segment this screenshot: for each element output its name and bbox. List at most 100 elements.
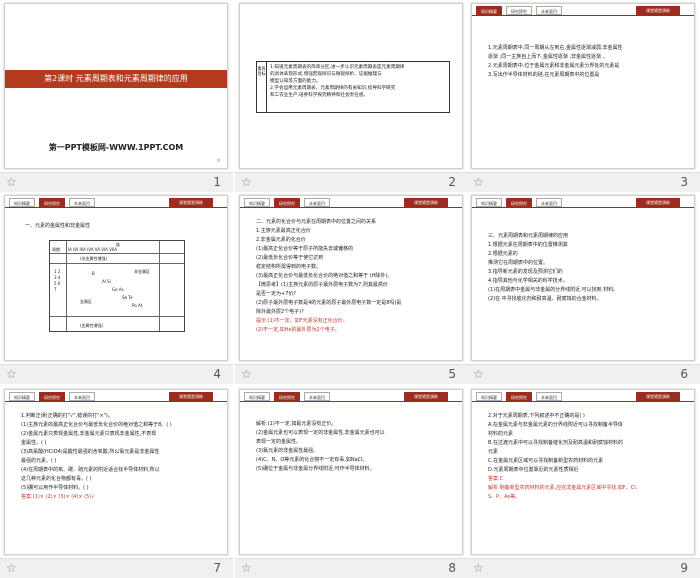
tab-original[interactable]: 本来面目 — [69, 392, 95, 401]
tab-original[interactable]: 本来面目 — [536, 198, 562, 207]
answer-line: 答案:(1)× (2)× (3)× (4)× (5)√ — [21, 494, 95, 500]
slide-line: (2)金属元素也可以表现一定的非金属性,非金属元素也可以 — [256, 430, 385, 436]
slide-thumbnail-4[interactable]: 知识精要 研究探究 本来面目 课堂随堂演练 一、元素的金属性和非金属性族 IA IIA I… — [0, 192, 233, 384]
slide-line: 3.写出作半导体材料的硅,在元素周期表中的位置是 — [488, 72, 600, 78]
slide-line: 逐渐 ;同一主族自上而下,金属性逐渐 ,非金属性逐渐 。 — [488, 54, 608, 60]
slide-thumbnail-6[interactable]: 知识精要 研究探究 本来面目 课堂随堂演练 三、元素周期表和元素周期律的应用 1.根据元素… — [467, 192, 700, 384]
goals-text: 1.知道元素周期表的简单分区,进一步认识元素周期表是元素周期律 的具体表现形式,增… — [270, 64, 447, 99]
slide-thumbnail-5[interactable]: 知识精要 研究探究 本来面目 课堂随堂演练 二、元素的化合价与元素在周期表中的位置之间的… — [235, 192, 468, 384]
slide-thumbnail-9[interactable]: 知识精要 研究探究 本来面目 课堂随堂演练 2.对于元素周期表,下列叙述中不正确的是( … — [467, 386, 700, 578]
slide-line: C.在金属元素区域可以寻找制备新型农药材料的元素 — [488, 458, 604, 464]
slide-line: 2.元素周期表中,位于金属元素和非金属元素分界处的元素是 — [488, 63, 620, 69]
slide-canvas[interactable]: 知识精要 研究探究 本来面目 课堂随堂演练 三、元素周期表和元素周期律的应用 1.根据元素… — [471, 195, 695, 361]
star-icon[interactable]: ☆ — [473, 367, 484, 381]
star-icon[interactable]: ☆ — [6, 175, 17, 189]
slide-canvas[interactable]: 知识精要 研究探究 本来面目 课堂随堂演练 1.元素周期表中,同一周期从左到右,金属性逐… — [471, 3, 695, 169]
diagram-nonmetal-zone: 非金属区 — [134, 269, 150, 274]
diagram-el: Ge As — [112, 287, 124, 292]
slide-body: 1.判断正误(正确的打"√",错误的打"×")。 (1)主族元素的最高正化合价与最… — [21, 412, 217, 502]
tab-rule — [5, 207, 227, 208]
tab-rule — [5, 401, 227, 402]
practice-badge: 课堂随堂演练 — [169, 392, 213, 401]
star-icon[interactable]: ☆ — [241, 561, 252, 575]
tab-research[interactable]: 研究探究 — [506, 198, 532, 207]
slide-line: 元素 — [488, 449, 499, 455]
slide-canvas[interactable]: 第2课时 元素周期表和元素周期律的应用 第一PPT模板网-WWW.1PPT.COM… — [4, 3, 228, 169]
slide-line: 提示:(1)不一定。如F元素没有正化合价。 — [256, 318, 348, 324]
diagram-period-label: 周期 — [52, 247, 60, 252]
tab-original[interactable]: 本来面目 — [304, 392, 330, 401]
slide-canvas[interactable]: 素养目标 1.知道元素周期表的简单分区,进一步认识元素周期表是元素周期律 的具体表现… — [239, 3, 463, 169]
star-icon[interactable]: ☆ — [473, 561, 484, 575]
slide-line: 这几种元素的化合物都有毒。( ) — [21, 476, 92, 482]
slide-body: 2.对于元素周期表,下列叙述中不正确的是( ) A.在金属元素与非金属元素的分界线… — [488, 412, 684, 502]
slide-thumbnail-1[interactable]: 第2课时 元素周期表和元素周期律的应用 第一PPT模板网-WWW.1PPT.COM… — [0, 0, 233, 192]
slide-line: 1.主族元素最高正化合价 — [256, 228, 311, 234]
slide-body: 1.元素周期表中,同一周期从左到右,金属性逐渐减弱,非金属性 逐渐 ;同一主族自上… — [488, 44, 684, 80]
slide-canvas[interactable]: 知识精要 研究探究 本来面目 课堂随堂演练 2.对于元素周期表,下列叙述中不正确的是( … — [471, 389, 695, 555]
slide-canvas[interactable]: 知识精要 研究探究 本来面目 课堂随堂演练 二、元素的化合价与元素在周期表中的位置之间的… — [239, 195, 463, 361]
slide-line: 三、元素周期表和元素周期律的应用 — [488, 233, 569, 239]
slide-thumbnail-8[interactable]: 知识精要 研究探究 本来面目 课堂随堂演练解析:(1)不一定,如氟元素没有正价。 (2)… — [235, 386, 468, 578]
slide-line: 和工农业生产,培养科学探究精神和社会责任感。 — [270, 93, 368, 98]
practice-badge: 课堂随堂演练 — [169, 198, 213, 207]
tab-research[interactable]: 研究探究 — [506, 392, 532, 401]
diagram-period-nums: 1 2 3 4 5 6 7 — [54, 269, 61, 292]
slide-tabs: 知识精要 研究探究 本来面目 课堂随堂演练 — [472, 4, 694, 16]
tab-knowledge[interactable]: 知识精要 — [9, 198, 35, 207]
diagram-el: Al Si — [102, 279, 111, 284]
star-icon[interactable]: ☆ — [241, 367, 252, 381]
slide-line: (2)在 中寻找催化剂和耐高温、耐腐蚀的合金材料。 — [488, 296, 602, 302]
tab-knowledge[interactable]: 知识精要 — [244, 392, 270, 401]
star-icon[interactable]: ☆ — [6, 367, 17, 381]
star-icon[interactable]: ☆ — [473, 175, 484, 189]
tab-original[interactable]: 本来面目 — [304, 198, 330, 207]
slide-canvas[interactable]: 知识精要 研究探究 本来面目 课堂随堂演练 1.判断正误(正确的打"√",错误的打"×"… — [4, 389, 228, 555]
slide-canvas[interactable]: 知识精要 研究探究 本来面目 课堂随堂演练解析:(1)不一定,如氟元素没有正价。 (2)… — [239, 389, 463, 555]
star-icon[interactable]: ☆ — [6, 561, 17, 575]
tab-research[interactable]: 研究探究 — [274, 198, 300, 207]
diagram-metal-arrow: (金属性增强) — [80, 323, 104, 328]
tab-research[interactable]: 研究探究 — [39, 392, 65, 401]
tab-research[interactable]: 研究探究 — [506, 6, 532, 15]
tab-knowledge[interactable]: 知识精要 — [9, 392, 35, 401]
tab-original[interactable]: 本来面目 — [536, 6, 562, 15]
practice-badge: 课堂随堂演练 — [636, 6, 680, 15]
tab-original[interactable]: 本来面目 — [536, 392, 562, 401]
tab-knowledge[interactable]: 知识精要 — [476, 198, 502, 207]
slide-line: (3)高氯酸(HClO4)是酸性最强的含氧酸,所以氯元素是非金属性 — [21, 449, 160, 455]
diagram-el: Sb Te — [122, 295, 133, 300]
slide-line: 2.非金属元素的化合价 — [256, 237, 306, 243]
slide-thumbnail-2[interactable]: 素养目标 1.知道元素周期表的简单分区,进一步认识元素周期表是元素周期律 的具体表现… — [235, 0, 468, 192]
slide-thumbnail-3[interactable]: 知识精要 研究探究 本来面目 课堂随堂演练 1.元素周期表中,同一周期从左到右,金属性逐… — [467, 0, 700, 192]
tab-rule — [472, 207, 694, 208]
slide-tabs: 知识精要 研究探究 本来面目 课堂随堂演练 — [240, 390, 462, 402]
slide-body: 解析:(1)不一定,如氟元素没有正价。 (2)金属元素也可以表现一定的非金属性,非… — [256, 420, 452, 474]
slide-line: B.在过渡元素中可以寻找制备催化剂及耐高温和耐腐蚀材料的 — [488, 440, 624, 446]
diagram-nonmetal-arrow: (非金属性增强) — [80, 256, 108, 261]
slide-tabs: 知识精要 研究探究 本来面目 课堂随堂演练 — [5, 390, 227, 402]
periodic-table-diagram: 族 IA IIA IIIA IVA VA VIA VIIA (非金属性增强) (金属性… — [49, 240, 185, 332]
tab-original[interactable]: 本来面目 — [69, 198, 95, 207]
tab-rule — [240, 207, 462, 208]
slide-tabs: 知识精要 研究探究 本来面目 课堂随堂演练 — [472, 196, 694, 208]
slide-number: 9 — [680, 561, 688, 575]
slide-number: 5 — [448, 367, 456, 381]
tab-knowledge[interactable]: 知识精要 — [476, 392, 502, 401]
tab-research[interactable]: 研究探究 — [274, 392, 300, 401]
slide-thumbnail-7[interactable]: 知识精要 研究探究 本来面目 课堂随堂演练 1.判断正误(正确的打"√",错误的打"×"… — [0, 386, 233, 578]
thumbnail-bar: ☆ 7 — [0, 558, 233, 578]
tab-knowledge[interactable]: 知识精要 — [244, 198, 270, 207]
slide-line: 模型认知等方面的能力。 — [270, 79, 321, 84]
star-icon[interactable]: ☆ — [241, 175, 252, 189]
tab-rule — [472, 401, 694, 402]
slide-number: 6 — [680, 367, 688, 381]
tab-knowledge[interactable]: 知识精要 — [476, 6, 502, 15]
slide-line: 的具体表现形式,增强宏观辨识与微观探析、证据推理与 — [270, 72, 382, 77]
slide-tabs: 知识精要 研究探究 本来面目 课堂随堂演练 — [472, 390, 694, 402]
slide-number: 7 — [213, 561, 221, 575]
slide-line: 【微思考】(1)主族元素的原子最外层电子数为7,则其最高价 — [256, 282, 388, 288]
tab-research[interactable]: 研究探究 — [39, 198, 65, 207]
slide-canvas[interactable]: 知识精要 研究探究 本来面目 课堂随堂演练 一、元素的金属性和非金属性族 IA IIA I… — [4, 195, 228, 361]
slide-line: D.元素周期表中位置靠近的元素性质相近 — [488, 467, 579, 473]
